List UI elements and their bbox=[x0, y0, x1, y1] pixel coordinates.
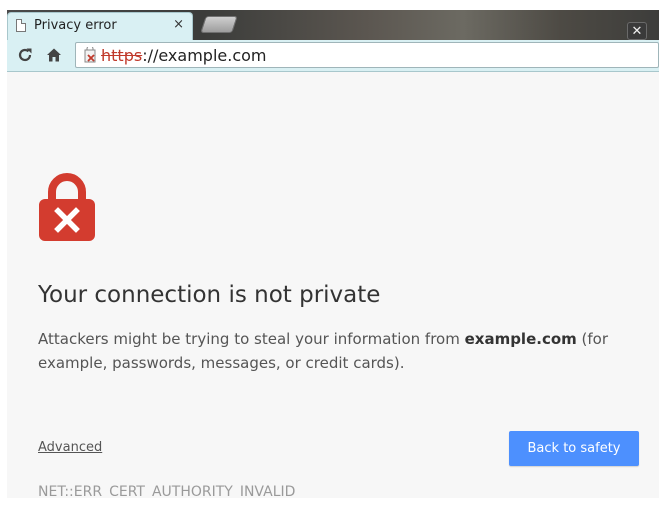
window-close-button[interactable]: ✕ bbox=[627, 22, 647, 40]
url-host: ://example.com bbox=[142, 46, 267, 65]
message-text: Attackers might be trying to steal your … bbox=[38, 330, 465, 348]
reload-icon bbox=[18, 48, 32, 62]
error-explanation: Attackers might be trying to steal your … bbox=[38, 327, 638, 375]
reload-button[interactable] bbox=[14, 44, 36, 66]
error-code: NET::ERR_CERT_AUTHORITY_INVALID bbox=[38, 484, 296, 498]
url-scheme: https bbox=[101, 46, 143, 65]
address-bar[interactable]: https://example.com bbox=[75, 42, 659, 68]
back-to-safety-button[interactable]: Back to safety bbox=[509, 431, 639, 466]
page-title: Your connection is not private bbox=[38, 282, 381, 308]
new-tab-button[interactable] bbox=[200, 16, 238, 33]
tab-strip: Privacy error × ✕ bbox=[7, 10, 659, 40]
lock-error-icon bbox=[39, 173, 95, 241]
toolbar: https://example.com bbox=[7, 40, 659, 72]
home-button[interactable] bbox=[43, 44, 65, 66]
url-text: https://example.com bbox=[101, 46, 266, 65]
page-icon bbox=[16, 19, 26, 32]
message-domain: example.com bbox=[464, 330, 577, 348]
advanced-link[interactable]: Advanced bbox=[38, 440, 102, 455]
interstitial-page: Your connection is not private Attackers… bbox=[7, 72, 659, 498]
tab-title: Privacy error bbox=[34, 18, 117, 33]
tab-close-icon[interactable]: × bbox=[173, 17, 184, 33]
browser-window: Privacy error × ✕ https://example.com Yo… bbox=[7, 10, 659, 498]
broken-lock-icon bbox=[84, 47, 96, 63]
home-icon bbox=[47, 48, 61, 62]
tab-privacy-error[interactable]: Privacy error × bbox=[7, 12, 193, 40]
